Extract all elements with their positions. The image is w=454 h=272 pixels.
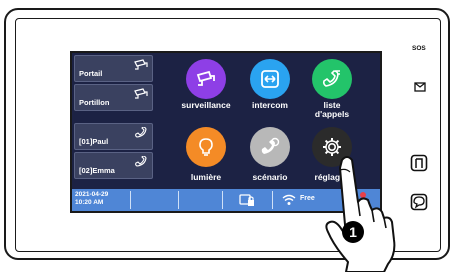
- status-divider: [130, 191, 131, 209]
- tile-label-intercom: intercom: [252, 100, 288, 110]
- cctv-camera-icon: [196, 70, 215, 86]
- light-tile[interactable]: [186, 127, 226, 167]
- phone-icon: [135, 156, 147, 167]
- contact-button-paul[interactable]: [01]Paul: [74, 123, 153, 150]
- door-unlock-button-icon[interactable]: [410, 154, 428, 172]
- camera-label: Portillon: [79, 98, 110, 107]
- message-envelope-icon[interactable]: [414, 82, 426, 92]
- callout-number-badge: 1: [342, 221, 364, 243]
- status-datetime: 2021-04-29 10:20 AM: [75, 191, 108, 207]
- contact-label: [01]Paul: [79, 137, 109, 146]
- tile-label-surveillance: surveillance: [181, 100, 231, 110]
- cctv-camera-icon: [134, 59, 148, 70]
- contact-label: [02]Emma: [79, 166, 115, 175]
- status-time: 10:20 AM: [75, 199, 104, 206]
- camera-label: Portail: [79, 69, 103, 78]
- status-divider: [222, 191, 223, 209]
- sos-label: SOS: [412, 45, 426, 52]
- phone-icon: [135, 127, 147, 138]
- monitor-lock-icon: [239, 194, 254, 206]
- status-date: 2021-04-29: [75, 191, 109, 198]
- talk-button-icon[interactable]: [410, 193, 428, 211]
- call-log-icon: [322, 70, 340, 87]
- phone-gear-icon: [261, 137, 280, 154]
- status-divider: [178, 191, 179, 209]
- call-log-tile[interactable]: [312, 59, 352, 99]
- surveillance-tile[interactable]: [186, 59, 226, 99]
- tile-label-scenario: scénario: [252, 172, 288, 182]
- tile-label-call-log: liste d'appels: [314, 100, 350, 119]
- tile-label-light: lumière: [190, 172, 222, 182]
- camera-button-portail[interactable]: Portail: [74, 55, 153, 82]
- light-bulb-icon: [199, 138, 213, 156]
- intercom-arrows-icon: [261, 70, 279, 88]
- pointing-hand-illustration: [325, 156, 396, 272]
- contact-button-emma[interactable]: [02]Emma: [74, 152, 153, 179]
- wifi-icon: [282, 194, 296, 205]
- scenario-tile[interactable]: [250, 127, 290, 167]
- intercom-tile[interactable]: [250, 59, 290, 99]
- camera-button-portillon[interactable]: Portillon: [74, 84, 153, 111]
- status-divider: [272, 191, 273, 209]
- cctv-camera-icon: [134, 88, 148, 99]
